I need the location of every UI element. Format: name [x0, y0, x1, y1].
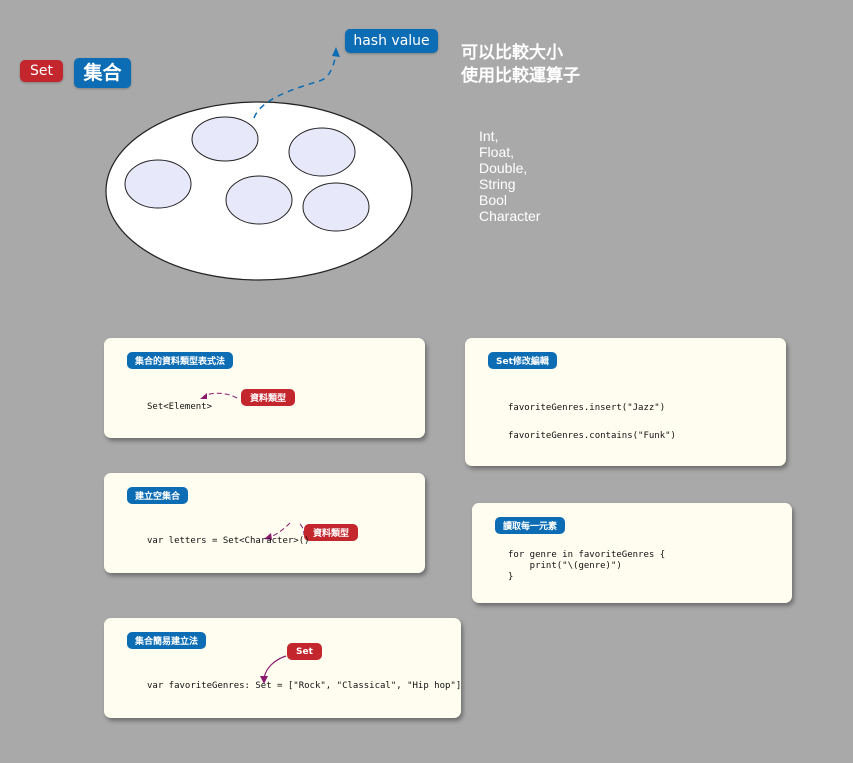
card-title: Set修改編輯 — [488, 352, 557, 369]
pointer-arrow — [264, 522, 305, 540]
code-block: for genre in favoriteGenres { print("\(g… — [508, 550, 666, 582]
set-element-ellipse — [302, 182, 370, 232]
code-line: favoriteGenres.insert("Jazz") — [508, 403, 666, 413]
hash-value-badge: hash value — [345, 29, 438, 53]
card-empty-set: 建立空集合 資料類型 var letters = Set<Character>(… — [104, 473, 425, 573]
set-element-ellipse — [124, 159, 192, 209]
data-type-tag: 資料類型 — [304, 524, 359, 541]
hash-arrow-head — [332, 47, 340, 57]
set-tag: Set — [287, 643, 322, 660]
comparable-note-line2: 使用比較運算子 — [461, 66, 580, 86]
type-item: Float, — [479, 144, 515, 160]
pointer-arrow — [200, 392, 238, 399]
card-shorthand: 集合簡易建立法 Set var favoriteGenres: Set = ["… — [104, 618, 461, 718]
code-line: var favoriteGenres: Set = ["Rock", "Clas… — [147, 681, 462, 691]
type-item: Bool — [479, 192, 508, 208]
set-element-ellipse — [225, 175, 293, 225]
type-item: String — [479, 176, 516, 192]
set-element-ellipse — [288, 127, 356, 177]
code-line: Set<Element> — [147, 402, 213, 412]
type-item: Character — [479, 208, 541, 224]
comparable-note-line1: 可以比較大小 — [461, 43, 563, 63]
type-item: Int, — [479, 128, 499, 144]
card-modify: Set修改編輯 favoriteGenres.insert("Jazz") fa… — [465, 338, 786, 466]
data-type-tag: 資料類型 — [241, 389, 296, 406]
card-title: 讀取每一元素 — [495, 517, 566, 534]
card-iterate: 讀取每一元素 for genre in favoriteGenres { pri… — [472, 503, 792, 603]
card-type-notation: 集合的資料類型表式法 資料類型 Set<Element> — [104, 338, 425, 438]
hashable-types-list: Int, Float, Double, String Bool Characte… — [479, 128, 540, 224]
code-line: var letters = Set<Character>() — [147, 536, 310, 546]
type-item: Double, — [479, 160, 528, 176]
code-line: favoriteGenres.contains("Funk") — [508, 431, 676, 441]
set-element-ellipse — [191, 116, 259, 162]
pointer-arrow — [260, 655, 287, 684]
